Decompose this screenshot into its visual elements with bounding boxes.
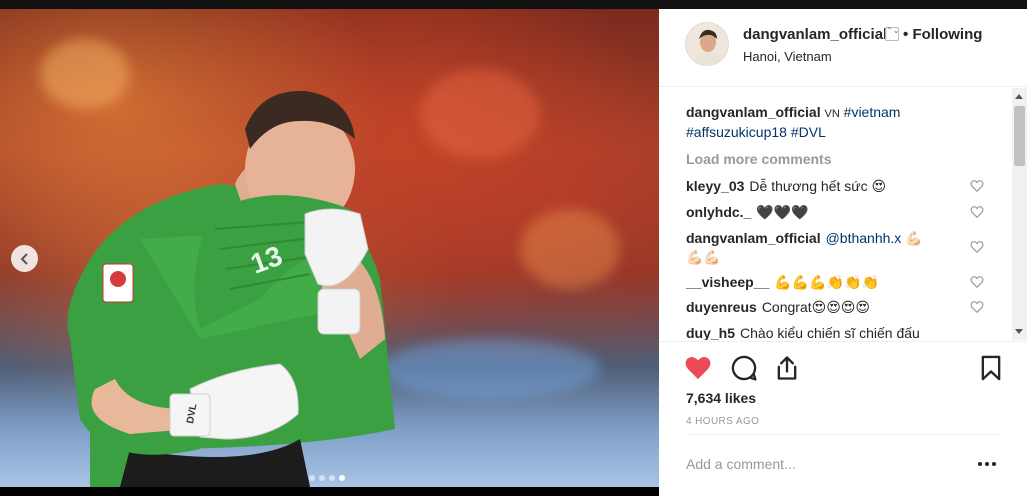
comment-text: Congrat😍😍😍😍 <box>761 299 870 315</box>
comment-username[interactable]: duy_h5 <box>686 325 735 340</box>
scrollbar-thumb[interactable] <box>1014 106 1025 166</box>
more-dot <box>985 462 989 466</box>
add-comment-section <box>686 434 1000 495</box>
comment-row: duy_h5 Chào kiểu chiến sĩ chiến đấu <box>686 324 986 340</box>
carousel-dot[interactable] <box>309 475 315 481</box>
avatar-image <box>686 23 728 65</box>
comment-text: Chào kiểu chiến sĩ chiến đấu <box>740 325 920 340</box>
scroll-down-arrow-icon[interactable] <box>1015 329 1023 334</box>
post-side-panel: dangvanlam_official ⌃⌄ • Following Hanoi… <box>659 9 1027 496</box>
bookmark-icon[interactable] <box>977 354 1005 382</box>
comment-row: duyenreus Congrat😍😍😍😍 <box>686 298 986 317</box>
heart-icon[interactable] <box>684 354 712 382</box>
comment-like-icon[interactable] <box>970 275 984 289</box>
carousel-indicator <box>309 475 345 481</box>
comment-text: 💪🏻 <box>905 230 923 246</box>
caption-lang: VN <box>824 108 840 120</box>
avatar[interactable] <box>685 22 729 66</box>
comment-like-icon[interactable] <box>970 179 984 193</box>
top-edge <box>0 0 1027 9</box>
share-icon[interactable] <box>773 354 801 382</box>
comment-username[interactable]: kleyy_03 <box>686 178 744 194</box>
likes-count[interactable]: 7,634 likes <box>686 390 756 406</box>
comment-like-icon[interactable] <box>970 205 984 219</box>
comment-mention[interactable]: @bthanhh.x <box>826 230 902 246</box>
comment-row: kleyy_03 Dễ thương hết sức 😍 <box>686 177 986 196</box>
follow-separator: • <box>903 26 909 43</box>
more-icon[interactable] <box>978 462 998 468</box>
hashtag-link[interactable]: #affsuzukicup18 <box>686 124 787 140</box>
following-label[interactable]: Following <box>912 26 982 43</box>
comment-icon[interactable] <box>730 354 758 382</box>
carousel-dot[interactable] <box>329 475 335 481</box>
carousel-dot-active[interactable] <box>339 475 345 481</box>
comment-row: __visheep__ 💪💪💪👏👏👏 <box>686 273 986 292</box>
follow-status[interactable]: • Following <box>903 26 982 43</box>
caption-username[interactable]: dangvanlam_official <box>686 104 821 120</box>
action-bar <box>659 341 1027 391</box>
hashtag-link[interactable]: #vietnam <box>844 104 901 120</box>
comment-row: dangvanlam_official @bthanhh.x 💪🏻 💪🏻💪🏻 <box>686 229 986 267</box>
comment-username[interactable]: duyenreus <box>686 299 757 315</box>
post-header: dangvanlam_official ⌃⌄ • Following Hanoi… <box>659 9 1027 87</box>
post-username[interactable]: dangvanlam_official <box>743 26 887 43</box>
sort-arrows-icon: ⌃⌄ <box>885 27 899 41</box>
comment-like-icon[interactable] <box>970 240 984 254</box>
carousel-dot[interactable] <box>319 475 325 481</box>
post-caption: dangvanlam_official VN #vietnam #affsuzu… <box>686 103 986 141</box>
goalkeeper-figure: 13 DVL <box>67 90 395 487</box>
comment-username[interactable]: onlyhdc._ <box>686 204 751 220</box>
comment-text: 💪💪💪👏👏👏 <box>774 274 879 290</box>
hashtag-link[interactable]: #DVL <box>791 124 826 140</box>
comment-row: onlyhdc._ 🖤🖤🖤 <box>686 203 986 222</box>
scroll-up-arrow-icon[interactable] <box>1015 94 1023 99</box>
more-dot <box>978 462 982 466</box>
post-location[interactable]: Hanoi, Vietnam <box>743 49 832 64</box>
comment-text: 🖤🖤🖤 <box>756 204 809 220</box>
prev-photo-button[interactable] <box>11 245 38 272</box>
comments-scrollbar[interactable] <box>1012 88 1027 340</box>
post-timestamp[interactable]: 4 HOURS AGO <box>686 416 759 427</box>
add-comment-input[interactable] <box>686 453 956 475</box>
comment-username[interactable]: __visheep__ <box>686 274 769 290</box>
post-modal: 13 DVL dangvanlam_official ⌃⌄ • Followin… <box>0 0 1027 496</box>
comment-username[interactable]: dangvanlam_official <box>686 230 821 246</box>
post-photo[interactable]: 13 DVL <box>0 9 659 487</box>
more-dot <box>992 462 996 466</box>
comment-text: Dễ thương hết sức 😍 <box>749 178 887 194</box>
comments-list[interactable]: dangvanlam_official VN #vietnam #affsuzu… <box>659 88 1012 340</box>
chevron-left-icon <box>20 252 28 265</box>
load-more-comments-button[interactable]: Load more comments <box>686 151 831 167</box>
comment-text-cont: 💪🏻💪🏻 <box>686 249 721 265</box>
comment-like-icon[interactable] <box>970 300 984 314</box>
